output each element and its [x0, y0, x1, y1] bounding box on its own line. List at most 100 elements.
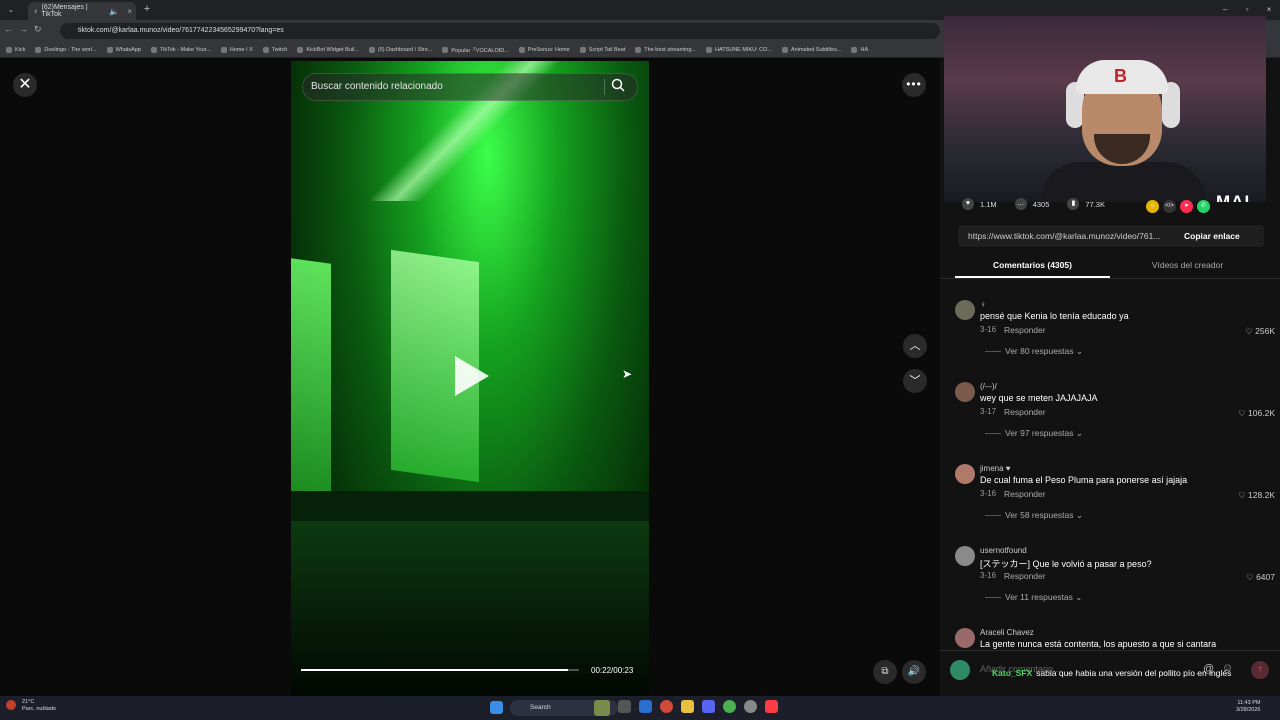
comment-text: La gente nunca está contenta, los apuest…	[980, 639, 1217, 649]
chrome-icon[interactable]	[660, 700, 673, 713]
reply-button[interactable]: Responder	[1004, 407, 1046, 417]
close-tab-icon[interactable]: ×	[127, 7, 132, 16]
bookmark-item[interactable]: Twitch	[262, 46, 287, 53]
comment-username[interactable]: Araceli Chavez	[980, 628, 1034, 637]
bookmark-item[interactable]: Popular「VOCALOID...	[442, 46, 509, 54]
search-icon[interactable]	[611, 78, 629, 96]
system-clock[interactable]: 11:43 PM 3/28/2026	[1236, 700, 1260, 714]
emoji-share-icon[interactable]: ☺	[1146, 200, 1159, 213]
send-share-icon[interactable]: ➤	[1180, 200, 1193, 213]
send-comment-button[interactable]: ↑	[1251, 661, 1269, 679]
stream-chat-message: Kato_SFX sabia que habia una versión del …	[992, 667, 1252, 680]
comment-username[interactable]: (/–-)/	[980, 382, 997, 391]
heart-outline-icon: ♡	[1238, 408, 1249, 418]
bookmark-item[interactable]: Script Tail Beat	[579, 46, 625, 53]
comment-like-button[interactable]: ♡ 128.2K	[1238, 490, 1275, 501]
tab-search-icon[interactable]: ⌄	[4, 3, 18, 17]
webcam-overlay: B MAI	[944, 16, 1266, 202]
share-link[interactable]: https://www.tiktok.com/@karlaa.munoz/vid…	[968, 231, 1174, 241]
next-video-button[interactable]: ﹀	[903, 369, 927, 393]
settings-icon[interactable]	[744, 700, 757, 713]
navigation-buttons: ← → ↻	[4, 24, 42, 35]
avatar[interactable]	[955, 300, 975, 320]
heart-outline-icon: ♡	[1238, 490, 1249, 500]
bookmark-favicon-icon	[518, 46, 525, 53]
previous-video-button[interactable]: ︿	[903, 334, 927, 358]
bookmark-item[interactable]: Duolingo - The worl...	[35, 46, 97, 53]
bookmark-item[interactable]: PreSonus: Home	[518, 46, 570, 53]
bookmark-item[interactable]: TikTok - Make Your...	[150, 46, 211, 53]
bookmark-item[interactable]: Animated Subtitles...	[782, 46, 842, 53]
chevron-down-icon: ⌄	[1073, 428, 1083, 438]
task-view-icon[interactable]	[618, 700, 631, 713]
browser-tab[interactable]: ♪ (62)Mensajes | TikTok 🔈 ×	[28, 2, 136, 20]
bookmark-item[interactable]: HA	[851, 46, 868, 53]
url-field[interactable]: tiktok.com/@karlaa.munoz/video/761774223…	[60, 23, 940, 39]
music-icon[interactable]	[765, 700, 778, 713]
back-icon[interactable]: ←	[4, 24, 13, 35]
reload-icon[interactable]: ↻	[34, 24, 42, 35]
copy-link-button[interactable]: Copiar enlace	[1184, 231, 1240, 241]
comment-item: ♀ pensé que Kenia lo tenía educado ya 3-16…	[955, 300, 1275, 380]
likes-stat[interactable]: ♥ 1.1M	[962, 198, 997, 210]
bookmark-item[interactable]: (5) Dashboard / Stre...	[368, 46, 432, 53]
pinned-apps	[594, 700, 778, 716]
tab-creator-videos[interactable]: Vídeos del creador	[1110, 260, 1265, 270]
comment-item: (/–-)/ wey que se meten JAJAJAJA 3-17 Respo…	[955, 382, 1275, 462]
whatsapp-icon[interactable]: ✆	[1197, 200, 1210, 213]
bookmark-label: Animated Subtitles...	[791, 46, 842, 53]
widget-icon[interactable]	[594, 700, 610, 716]
progress-bar[interactable]	[301, 669, 579, 671]
close-button[interactable]: ✕	[13, 73, 37, 97]
tab-comments[interactable]: Comentarios (4305)	[955, 260, 1110, 270]
reply-button[interactable]: Responder	[1004, 571, 1046, 581]
view-replies-button[interactable]: Ver 80 respuestas ⌄	[985, 346, 1083, 357]
saves-stat[interactable]: ▮ 77.3K	[1067, 198, 1105, 210]
speaker-icon[interactable]: 🔈	[109, 7, 119, 16]
discord-icon[interactable]	[702, 700, 715, 713]
more-options-button[interactable]: •••	[902, 73, 926, 97]
avatar[interactable]	[955, 546, 975, 566]
comment-username[interactable]: ♀	[980, 300, 986, 309]
view-replies-button[interactable]: Ver 58 respuestas ⌄	[985, 510, 1083, 521]
comment-username[interactable]: jimena ♥	[980, 464, 1011, 473]
view-replies-button[interactable]: Ver 11 respuestas ⌄	[985, 592, 1082, 603]
bookmark-item[interactable]: HATSUNE MIKU: CO...	[705, 46, 772, 53]
bookmark-item[interactable]: KickBot Widget Buil...	[297, 46, 359, 53]
picture-in-picture-button[interactable]: ⧉	[873, 660, 897, 684]
bookmark-item[interactable]: Kick	[6, 46, 25, 53]
weather-icon	[6, 700, 16, 710]
play-icon[interactable]	[455, 356, 489, 396]
bookmark-item[interactable]: The best streaming...	[635, 46, 696, 53]
bookmark-item[interactable]: Home / X	[220, 46, 253, 53]
video-player[interactable]: Buscar contenido relacionado 00:22/00:23	[291, 61, 649, 696]
comment-like-button[interactable]: ♡ 6407	[1246, 572, 1275, 583]
chevron-down-icon: ⌄	[1073, 346, 1083, 356]
start-icon[interactable]	[490, 701, 503, 714]
reply-button[interactable]: Responder	[1004, 325, 1046, 335]
comment-like-button[interactable]: ♡ 106.2K	[1238, 408, 1275, 419]
bookmark-item[interactable]: WhatsApp	[106, 46, 141, 53]
avatar[interactable]	[955, 382, 975, 402]
view-replies-button[interactable]: Ver 97 respuestas ⌄	[985, 428, 1083, 439]
volume-button[interactable]: 🔊	[902, 660, 926, 684]
comment-username[interactable]: usernotfound	[980, 546, 1027, 555]
edge-icon[interactable]	[639, 700, 652, 713]
chrome-active-icon[interactable]	[723, 700, 736, 713]
bookmark-favicon-icon	[297, 46, 304, 53]
comment-text: wey que se meten JAJAJAJA	[980, 393, 1098, 403]
comment-like-count: 106.2K	[1248, 408, 1275, 418]
reply-button[interactable]: Responder	[1004, 489, 1046, 499]
weather-widget[interactable]: 21°C Parc. nublado	[22, 699, 56, 713]
avatar[interactable]	[955, 464, 975, 484]
tab-title: (62)Mensajes | TikTok	[41, 4, 88, 18]
avatar[interactable]	[955, 628, 975, 648]
comments-stat[interactable]: … 4305	[1014, 198, 1049, 210]
comment-like-button[interactable]: ♡ 256K	[1245, 326, 1275, 337]
forward-icon[interactable]: →	[19, 24, 28, 35]
file-explorer-icon[interactable]	[681, 700, 694, 713]
embed-icon[interactable]: </>	[1163, 200, 1176, 213]
tiktok-favicon-icon: ♪	[34, 7, 38, 15]
related-search-input[interactable]: Buscar contenido relacionado	[311, 81, 601, 92]
new-tab-button[interactable]: +	[140, 2, 154, 16]
